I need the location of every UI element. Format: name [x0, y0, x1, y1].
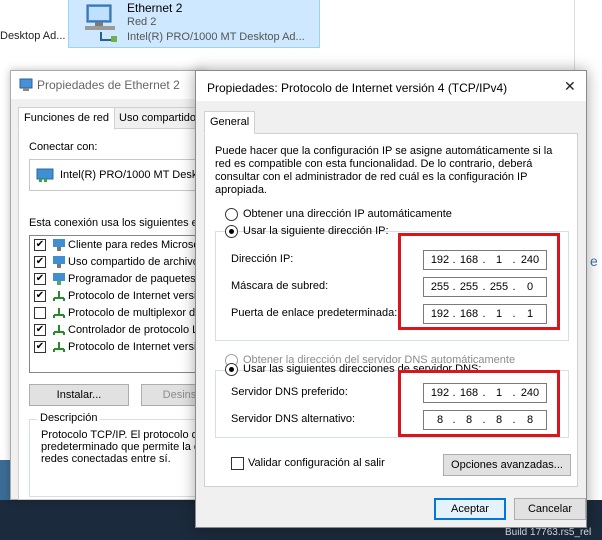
network-adapter-icon: [81, 2, 119, 45]
subnet-mask-label: Máscara de subred:: [231, 280, 329, 292]
dns-alternate-label: Servidor DNS alternativo:: [231, 413, 356, 425]
file-sharing-icon: [52, 255, 66, 272]
intro-text: Puede hacer que la configuración IP se a…: [215, 145, 553, 196]
connection-network: Red 2: [127, 16, 157, 28]
list-item[interactable]: ✔ Protocolo de Internet versi: [32, 339, 210, 357]
ip-address-label: Dirección IP:: [231, 253, 294, 265]
ethernet-tabs: Funciones de red Uso compartido: [18, 107, 208, 130]
item-checkbox[interactable]: ✔: [34, 290, 46, 302]
radio-circle[interactable]: [225, 208, 238, 221]
list-item[interactable]: ✔ Programador de paquetes: [32, 271, 210, 289]
adapter-label-partial: Desktop Ad...: [0, 30, 66, 42]
description-text: Protocolo TCP/IP. El protocolo d predete…: [41, 429, 206, 465]
list-item[interactable]: ✔ Uso compartido de archivo: [32, 254, 210, 272]
list-item[interactable]: ✔ Protocolo de Internet versi: [32, 288, 210, 306]
background-right-panel: [574, 0, 602, 70]
packet-scheduler-icon: [52, 272, 66, 289]
list-item[interactable]: Protocolo de multiplexor de: [32, 305, 210, 323]
connection-uses-label: Esta conexión usa los siguientes ele: [29, 217, 207, 229]
install-button[interactable]: Instalar...: [29, 384, 129, 406]
background-glyph: e: [590, 253, 598, 269]
network-tab-panel: Conectar con: Intel(R) PRO/1000 MT Deskt…: [18, 128, 221, 500]
ethernet-properties-window: Propiedades de Ethernet 2 Funciones de r…: [10, 70, 221, 500]
highlight-ip-fields: [398, 233, 560, 330]
highlight-dns-fields: [398, 370, 560, 437]
connection-adapter: Intel(R) PRO/1000 MT Desktop Ad...: [127, 31, 305, 43]
item-checkbox[interactable]: ✔: [34, 239, 46, 251]
checkbox-box[interactable]: [231, 457, 244, 470]
network-client-icon: [52, 238, 66, 255]
tab-general[interactable]: General: [204, 111, 256, 134]
selected-connection-ethernet-2[interactable]: Ethernet 2 Red 2 Intel(R) PRO/1000 MT De…: [68, 0, 320, 48]
connection-name: Ethernet 2: [127, 1, 183, 15]
list-item[interactable]: ✔ Controlador de protocolo L: [32, 322, 210, 340]
close-icon[interactable]: ✕: [564, 78, 576, 95]
item-checkbox[interactable]: ✔: [34, 341, 46, 353]
network-properties-icon: [19, 78, 33, 95]
tab-network-functions[interactable]: Funciones de red: [18, 107, 115, 130]
cancel-button[interactable]: Cancelar: [514, 498, 586, 520]
radio-circle[interactable]: [225, 363, 238, 376]
protocol-icon: [52, 306, 66, 323]
network-card-icon: [36, 168, 54, 185]
ethernet-window-titlebar[interactable]: Propiedades de Ethernet 2: [11, 71, 205, 99]
item-checkbox[interactable]: ✔: [34, 324, 46, 336]
item-checkbox[interactable]: ✔: [34, 273, 46, 285]
description-label: Descripción: [37, 412, 101, 424]
build-watermark: Build 17763.rs5_rel: [505, 527, 592, 538]
protocol-icon: [52, 289, 66, 306]
adapter-name: Intel(R) PRO/1000 MT Deskt: [60, 169, 201, 181]
connect-using-label: Conectar con:: [29, 141, 98, 153]
dns-preferred-label: Servidor DNS preferido:: [231, 386, 348, 398]
advanced-options-button[interactable]: Opciones avanzadas...: [443, 454, 571, 476]
tab-sharing[interactable]: Uso compartido: [113, 107, 203, 129]
radio-circle[interactable]: [225, 225, 238, 238]
ipv4-dialog-title: Propiedades: Protocolo de Internet versi…: [207, 81, 508, 95]
item-checkbox[interactable]: ✔: [34, 256, 46, 268]
item-checkbox[interactable]: [34, 307, 46, 319]
components-list[interactable]: ✔ Cliente para redes Microso ✔ Uso compa…: [29, 235, 211, 373]
gateway-label: Puerta de enlace predeterminada:: [231, 307, 398, 319]
adapter-box: Intel(R) PRO/1000 MT Deskt: [29, 159, 211, 191]
protocol-icon: [52, 340, 66, 357]
list-item[interactable]: ✔ Cliente para redes Microso: [32, 237, 210, 255]
protocol-icon: [52, 323, 66, 340]
ok-button[interactable]: Aceptar: [434, 498, 506, 520]
ethernet-window-title: Propiedades de Ethernet 2: [37, 78, 180, 92]
ipv4-dialog-titlebar[interactable]: Propiedades: Protocolo de Internet versi…: [196, 71, 586, 101]
